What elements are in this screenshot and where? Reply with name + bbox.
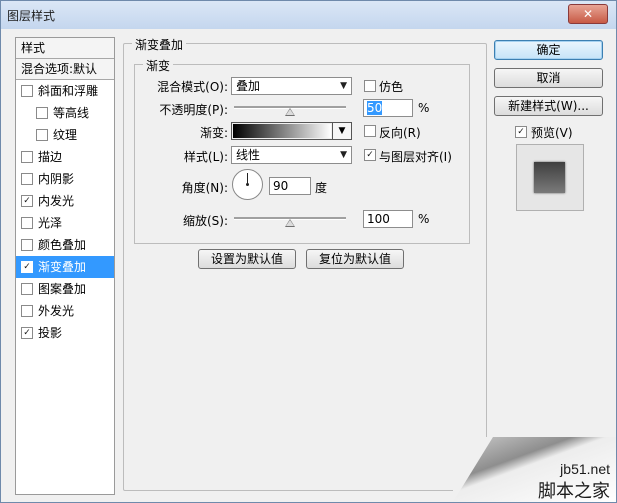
title-bar[interactable]: 图层样式 ✕ [1, 1, 616, 29]
cancel-button[interactable]: 取消 [494, 68, 603, 88]
style-item-checkbox[interactable]: ✓ [21, 261, 33, 273]
angle-input[interactable]: 90 [269, 177, 311, 195]
style-item-checkbox[interactable] [21, 283, 33, 295]
preview-thumbnail [534, 162, 565, 193]
style-value: 线性 [236, 148, 261, 162]
style-item-label: 描边 [38, 150, 63, 164]
style-item-label: 纹理 [53, 128, 78, 142]
angle-label: 角度(N): [181, 181, 228, 195]
scale-value: 100 [367, 212, 390, 226]
blend-mode-select[interactable]: 叠加 ▼ [231, 77, 352, 95]
close-icon: ✕ [582, 7, 594, 21]
gradient-subgroup: 渐变 混合模式(O): 叠加 ▼ 仿色 不透明度(P): 50 % 渐变: ▼ … [134, 57, 470, 244]
style-item[interactable]: 纹理 [16, 124, 114, 146]
style-item[interactable]: 内阴影 [16, 168, 114, 190]
blend-mode-label: 混合模式(O): [157, 80, 228, 94]
dialog-body: 样式 混合选项:默认 斜面和浮雕 等高线 纹理 描边 内阴影 ✓ 内发光 光泽 颜色叠加 ✓ 渐变叠… [8, 29, 609, 495]
style-item-label: 内发光 [38, 194, 75, 208]
scale-percent: % [418, 212, 430, 226]
scale-input[interactable]: 100 [363, 210, 413, 228]
reverse-label: 反向(R) [379, 126, 421, 140]
gradient-label: 渐变: [199, 126, 228, 140]
style-select[interactable]: 线性 ▼ [231, 146, 352, 164]
style-item-label: 光泽 [38, 216, 63, 230]
preview-checkbox[interactable]: ✓ [515, 126, 527, 138]
watermark: jb51.net 脚本之家 [453, 437, 616, 502]
style-item-label: 内阴影 [38, 172, 75, 186]
style-item-checkbox[interactable] [36, 107, 48, 119]
angle-dial[interactable] [232, 169, 263, 200]
style-item[interactable]: 颜色叠加 [16, 234, 114, 256]
style-item-checkbox[interactable] [21, 239, 33, 251]
blend-mode-value: 叠加 [236, 79, 261, 93]
style-preview [516, 144, 584, 211]
watermark-corner [453, 437, 493, 502]
style-item[interactable]: 描边 [16, 146, 114, 168]
style-item-checkbox[interactable]: ✓ [21, 195, 33, 207]
dither-label: 仿色 [379, 80, 404, 94]
watermark-site: jb51.net [560, 461, 610, 477]
chevron-down-icon: ▼ [340, 150, 347, 160]
reverse-checkbox[interactable] [364, 125, 376, 137]
opacity-label: 不透明度(P): [159, 103, 228, 117]
style-item[interactable]: 斜面和浮雕 [16, 80, 114, 102]
watermark-name: 脚本之家 [538, 481, 610, 502]
angle-center [246, 183, 249, 186]
opacity-slider-thumb[interactable] [285, 108, 295, 116]
style-item-checkbox[interactable] [21, 305, 33, 317]
make-default-button[interactable]: 设置为默认值 [198, 249, 296, 269]
style-item[interactable]: ✓ 投影 [16, 322, 114, 344]
style-item-checkbox[interactable] [21, 217, 33, 229]
style-item-checkbox[interactable]: ✓ [21, 327, 33, 339]
style-label: 样式(L): [183, 150, 228, 164]
group-title: 渐变叠加 [132, 36, 187, 53]
style-item-checkbox[interactable] [36, 129, 48, 141]
style-item-checkbox[interactable] [21, 173, 33, 185]
style-item-label: 等高线 [53, 106, 90, 120]
align-with-layer-checkbox[interactable]: ✓ [364, 149, 376, 161]
style-items: 斜面和浮雕等高线纹理描边内阴影 ✓ 内发光光泽颜色叠加 ✓ 渐变叠加图案叠加外发光 ✓ 投影 [16, 80, 114, 344]
chevron-down-icon: ▼ [340, 81, 347, 91]
window-title: 图层样式 [7, 9, 56, 23]
gradient-picker[interactable]: ▼ [231, 122, 352, 140]
style-item-label: 颜色叠加 [38, 238, 87, 252]
style-item-label: 图案叠加 [38, 282, 87, 296]
style-item[interactable]: 外发光 [16, 300, 114, 322]
layer-style-dialog: 图层样式 ✕ 样式 混合选项:默认 斜面和浮雕等高线纹理描边内阴影 ✓ 内发光光泽颜… [0, 0, 617, 503]
angle-unit: 度 [315, 181, 328, 195]
style-item-label: 渐变叠加 [38, 260, 87, 274]
opacity-input[interactable]: 50 [363, 99, 413, 117]
align-with-layer-label: 与图层对齐(I) [379, 150, 452, 164]
reset-default-button[interactable]: 复位为默认值 [306, 249, 404, 269]
scale-label: 缩放(S): [182, 214, 228, 228]
style-list: 样式 混合选项:默认 斜面和浮雕等高线纹理描边内阴影 ✓ 内发光光泽颜色叠加 ✓ 渐变叠… [15, 37, 115, 495]
style-item[interactable]: ✓ 内发光 [16, 190, 114, 212]
gradient-dropdown-button[interactable]: ▼ [332, 123, 351, 139]
opacity-percent: % [418, 101, 430, 115]
style-list-header[interactable]: 样式 [16, 38, 114, 59]
style-item-checkbox[interactable] [21, 85, 33, 97]
close-button[interactable]: ✕ [568, 4, 608, 24]
angle-value: 90 [273, 179, 289, 193]
dither-checkbox[interactable] [364, 80, 376, 92]
blend-options-item[interactable]: 混合选项:默认 [16, 59, 114, 80]
scale-slider-thumb[interactable] [285, 219, 295, 227]
style-item-checkbox[interactable] [21, 151, 33, 163]
subgroup-title: 渐变 [143, 57, 174, 74]
gradient-preview[interactable] [233, 124, 331, 138]
style-item[interactable]: 图案叠加 [16, 278, 114, 300]
chevron-down-icon: ▼ [338, 126, 346, 136]
style-item-label: 斜面和浮雕 [38, 84, 99, 98]
gradient-overlay-group: 渐变叠加 渐变 混合模式(O): 叠加 ▼ 仿色 不透明度(P): 50 % 渐… [123, 36, 487, 491]
style-item-label: 外发光 [38, 304, 75, 318]
style-item[interactable]: 等高线 [16, 102, 114, 124]
new-style-button[interactable]: 新建样式(W)... [494, 96, 603, 116]
style-item[interactable]: ✓ 渐变叠加 [16, 256, 114, 278]
ok-button[interactable]: 确定 [494, 40, 603, 60]
style-item-label: 投影 [38, 326, 63, 340]
style-item[interactable]: 光泽 [16, 212, 114, 234]
preview-label: 预览(V) [531, 126, 573, 140]
opacity-value: 50 [367, 101, 383, 115]
